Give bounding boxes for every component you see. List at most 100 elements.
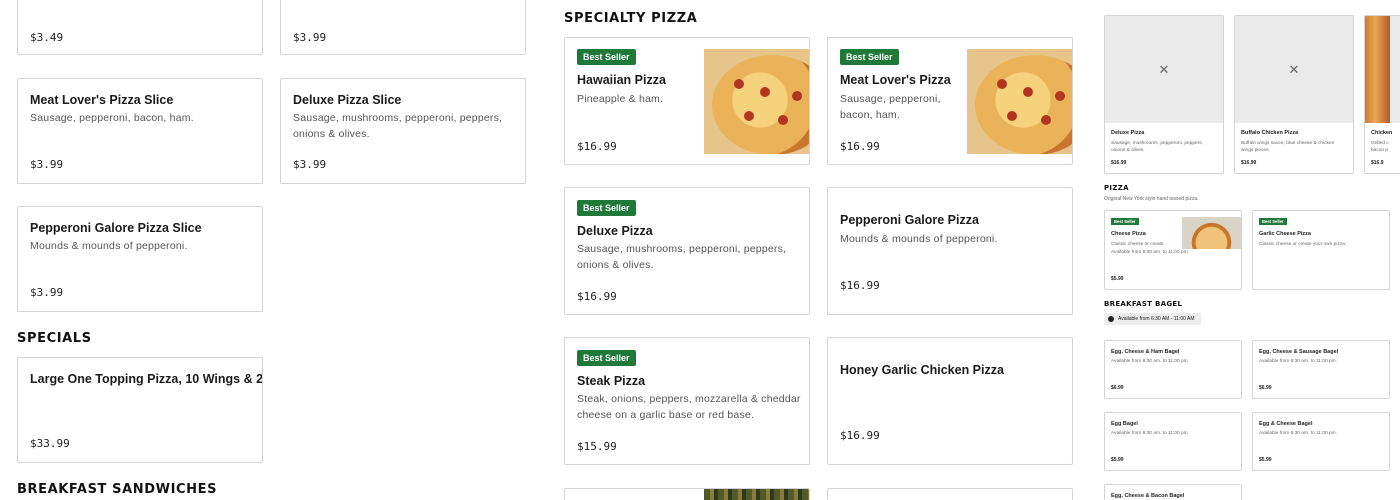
item-name: Steak Pizza — [577, 374, 646, 388]
item-price: $33.99 — [30, 437, 70, 450]
item-price: $16.99 — [1111, 160, 1127, 166]
availability-pill: Available from 6:30 AM - 11:00 AM — [1104, 313, 1201, 325]
availability-text: Available from 6:30 am. to 11:00 pm. — [1111, 250, 1189, 255]
clock-icon — [1108, 315, 1114, 322]
item-price: $16.99 — [577, 140, 617, 153]
item-description: Sausage, mushrooms, pepperoni, peppers, … — [577, 243, 787, 271]
item-name: Large One Topping Pizza, 10 Wings & 2... — [30, 372, 263, 386]
section-title-pizza: PIZZA — [1104, 184, 1129, 192]
item-description: Sausage, pepperoni, bacon, ham. — [30, 112, 194, 124]
best-seller-badge: Best Seller — [1259, 218, 1287, 225]
item-name: Egg, Cheese & Ham Bagel — [1111, 349, 1180, 355]
item-description: Sausage, mushrooms, pepperoni, peppers, … — [1111, 141, 1203, 153]
item-price: $16.99 — [1241, 160, 1257, 166]
item-price: $15.99 — [577, 440, 617, 453]
availability-text: Available from 6:30 am. to 11:00 pm. — [1259, 431, 1337, 436]
item-price: $3.99 — [30, 158, 64, 171]
item-name: Chicken — [1371, 130, 1393, 136]
preview-card[interactable]: Egg & Cheese Bagel Available from 6:30 a… — [1252, 412, 1390, 471]
preview-card[interactable]: Best Seller Cheese Pizza Classic cheese … — [1104, 210, 1242, 290]
item-description: Sausage, mushrooms, pepperoni, peppers, … — [293, 112, 503, 140]
item-description: Pineapple & ham. — [577, 93, 664, 105]
item-name: Honey Garlic Chicken Pizza — [840, 363, 1004, 377]
item-price: $16.99 — [577, 290, 617, 303]
preview-card[interactable]: Chicken Grilled c bacon p $16.9 — [1364, 15, 1400, 174]
item-name: Deluxe Pizza Slice — [293, 93, 402, 107]
preview-card[interactable]: ✕ Buffalo Chicken Pizza Buffalo wings sa… — [1234, 15, 1354, 174]
pizza-photo — [1182, 217, 1241, 249]
preview-card[interactable]: Egg, Cheese & Sausage Bagel Available fr… — [1252, 340, 1390, 399]
item-description: Grilled c bacon p — [1371, 141, 1389, 153]
item-description: Classic cheese or create — [1111, 242, 1164, 247]
item-name: Egg, Cheese & Bacon Bagel — [1111, 493, 1185, 499]
item-name: Egg Bagel — [1111, 421, 1138, 427]
preview-card[interactable]: Egg, Cheese & Ham Bagel Available from 6… — [1104, 340, 1242, 399]
menu-item-card[interactable]: Deluxe Pizza Slice Sausage, mushrooms, p… — [280, 78, 526, 184]
item-price: $3.99 — [30, 286, 64, 299]
item-price: $5.99 — [1259, 457, 1272, 463]
item-name: Meat Lover's Pizza — [840, 73, 951, 87]
preview-card[interactable]: ✕ Deluxe Pizza Sausage, mushrooms, peppe… — [1104, 15, 1224, 174]
item-description: Steak, onions, peppers, mozzarella & che… — [577, 393, 801, 421]
best-seller-badge: Best Seller — [1111, 218, 1139, 225]
item-name: Deluxe Pizza — [1111, 130, 1145, 136]
item-price: $6.99 — [1111, 385, 1124, 391]
best-seller-badge: Best Seller — [840, 49, 899, 65]
item-description: Buffalo wings sauce, blue cheese & chick… — [1241, 141, 1335, 153]
item-name: Hawaiian Pizza — [577, 73, 666, 87]
availability-text: Available from 6:30 am. to 11:00 pm. — [1111, 359, 1189, 364]
item-price: $16.9 — [1371, 160, 1384, 166]
pizza-photo — [704, 49, 809, 154]
menu-item-card[interactable]: Best Seller Meat Lover's Pizza Sausage, … — [827, 37, 1073, 165]
item-price: $3.99 — [293, 31, 327, 44]
item-price: $5.99 — [1111, 276, 1124, 282]
item-description: Mounds & mounds of pepperoni. — [840, 233, 998, 245]
item-name: Buffalo Chicken Pizza — [1241, 130, 1299, 136]
menu-item-card[interactable]: Large One Topping Pizza, 10 Wings & 2...… — [17, 357, 263, 463]
item-price: $16.99 — [840, 279, 880, 292]
availability-text: Available from 6:30 AM - 11:00 AM — [1118, 316, 1195, 322]
menu-item-card[interactable] — [827, 488, 1073, 500]
item-name: Egg & Cheese Bagel — [1259, 421, 1313, 427]
section-title-specialty-pizza: SPECIALTY PIZZA — [564, 11, 698, 26]
availability-text: Available from 6:30 am. to 11:00 pm. — [1259, 359, 1337, 364]
preview-card[interactable]: Egg, Cheese & Bacon Bagel — [1104, 484, 1242, 500]
best-seller-badge: Best Seller — [577, 200, 636, 216]
item-description: Classic cheese or create your own pizza. — [1259, 242, 1347, 247]
item-price: $6.99 — [1259, 385, 1272, 391]
item-name: Pepperoni Galore Pizza Slice — [30, 221, 202, 235]
pizza-photo — [967, 49, 1072, 154]
preview-card[interactable]: Egg Bagel Available from 6:30 am. to 11:… — [1104, 412, 1242, 471]
menu-item-card[interactable]: Best Seller Deluxe Pizza Sausage, mushro… — [564, 187, 810, 315]
section-title-breakfast-sandwiches: BREAKFAST SANDWICHES — [17, 482, 218, 497]
menu-item-card[interactable]: Best Seller Steak Pizza Steak, onions, p… — [564, 337, 810, 465]
item-description: Sausage, pepperoni, bacon, ham. — [840, 93, 941, 121]
utensils-icon: ✕ — [1158, 62, 1170, 77]
item-name: Deluxe Pizza — [577, 224, 653, 238]
item-name: Cheese Pizza — [1111, 231, 1146, 237]
item-price: $3.99 — [293, 158, 327, 171]
item-description: Mounds & mounds of pepperoni. — [30, 240, 188, 252]
section-title-specials: SPECIALS — [17, 331, 92, 346]
menu-item-card[interactable]: Best Seller Hawaiian Pizza Pineapple & h… — [564, 37, 810, 165]
item-price: $5.99 — [1111, 457, 1124, 463]
utensils-icon: ✕ — [1288, 62, 1300, 77]
section-subtitle: Original New York style hand tossed pizz… — [1104, 196, 1199, 202]
best-seller-badge: Best Seller — [577, 350, 636, 366]
food-photo — [704, 489, 809, 500]
menu-item-card[interactable]: Meat Lover's Pizza Slice Sausage, pepper… — [17, 78, 263, 184]
menu-item-card[interactable]: Honey Garlic Chicken Pizza $16.99 — [827, 337, 1073, 465]
item-price: $3.49 — [30, 31, 64, 44]
item-name: Garlic Cheese Pizza — [1259, 231, 1311, 237]
menu-item-card[interactable] — [564, 488, 810, 500]
menu-item-card[interactable]: Pepperoni Galore Pizza Mounds & mounds o… — [827, 187, 1073, 315]
best-seller-badge: Best Seller — [577, 49, 636, 65]
pizza-photo — [1365, 16, 1390, 123]
menu-item-card[interactable]: $3.99 — [280, 0, 526, 55]
item-name: Egg, Cheese & Sausage Bagel — [1259, 349, 1339, 355]
menu-item-card[interactable]: $3.49 — [17, 0, 263, 55]
preview-card[interactable]: Best Seller Garlic Cheese Pizza Classic … — [1252, 210, 1390, 290]
item-name: Pepperoni Galore Pizza — [840, 213, 979, 227]
item-price: $16.99 — [840, 140, 880, 153]
menu-item-card[interactable]: Pepperoni Galore Pizza Slice Mounds & mo… — [17, 206, 263, 312]
